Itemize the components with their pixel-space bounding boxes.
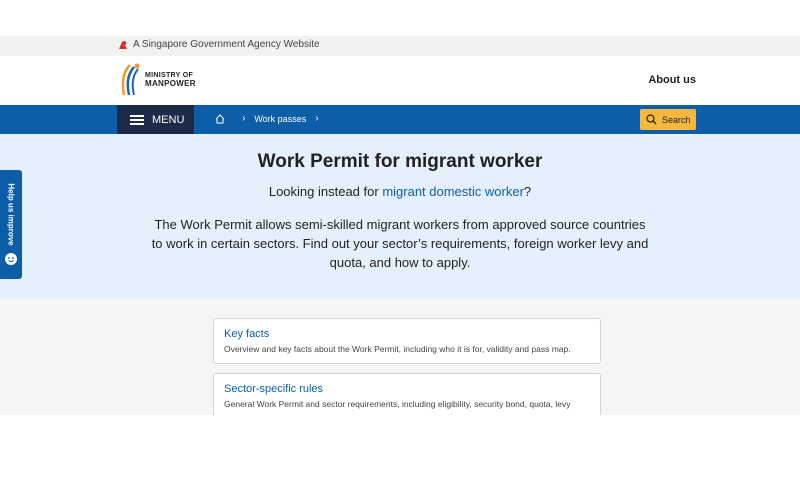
hero-section: Work Permit for migrant worker Looking i… (0, 134, 800, 298)
main-navbar: MENU › Work passes › Search (0, 105, 800, 134)
breadcrumb-item-work-passes[interactable]: Work passes (254, 114, 306, 124)
page-title: Work Permit for migrant worker (257, 151, 543, 172)
home-icon[interactable] (215, 113, 225, 124)
logo-line2: MANPOWER (145, 79, 196, 88)
mom-logo-icon (121, 63, 140, 96)
card-key-facts[interactable]: Key facts Overview and key facts about t… (213, 318, 601, 364)
breadcrumb: › Work passes › (215, 113, 328, 124)
bottom-spacer (0, 415, 800, 500)
card-title[interactable]: Key facts (224, 328, 269, 340)
card-sector-specific-rules[interactable]: Sector-specific rules General Work Permi… (213, 373, 601, 418)
card-title[interactable]: Sector-specific rules (224, 383, 323, 395)
gov-banner: A Singapore Government Agency Website (0, 36, 800, 56)
chevron-right-icon: › (315, 113, 319, 124)
migrant-domestic-worker-link[interactable]: migrant domestic worker (382, 184, 524, 199)
feedback-tab-label: Help us improve (6, 183, 16, 246)
feedback-tab[interactable]: Help us improve (0, 170, 22, 279)
card-description: General Work Permit and sector requireme… (224, 399, 571, 409)
card-description: Overview and key facts about the Work Pe… (224, 344, 571, 354)
search-label: Search (662, 114, 691, 125)
menu-label: MENU (152, 113, 185, 126)
singapore-lion-icon (119, 40, 127, 49)
alt-suffix: ? (523, 184, 532, 199)
alt-prefix: Looking instead for (268, 184, 383, 199)
gov-banner-content: A Singapore Government Agency Website (118, 39, 320, 50)
logo-text: MINISTRY OF MANPOWER (145, 72, 196, 88)
gov-banner-text: A Singapore Government Agency Website (133, 39, 320, 50)
site-header: MINISTRY OF MANPOWER About us (0, 56, 800, 105)
search-button[interactable]: Search (640, 109, 696, 130)
smiley-icon (5, 253, 17, 265)
alternative-link-line: Looking instead for migrant domestic wor… (0, 184, 800, 199)
hero-description: The Work Permit allows semi-skilled migr… (151, 217, 649, 270)
chevron-right-icon: › (242, 113, 246, 124)
search-icon (646, 114, 657, 125)
about-us-link[interactable]: About us (648, 74, 696, 86)
content-section: Key facts Overview and key facts about t… (0, 298, 800, 418)
hamburger-icon (130, 114, 144, 125)
menu-button[interactable]: MENU (117, 105, 194, 134)
top-spacer (0, 0, 800, 36)
mom-logo[interactable]: MINISTRY OF MANPOWER (116, 61, 196, 99)
